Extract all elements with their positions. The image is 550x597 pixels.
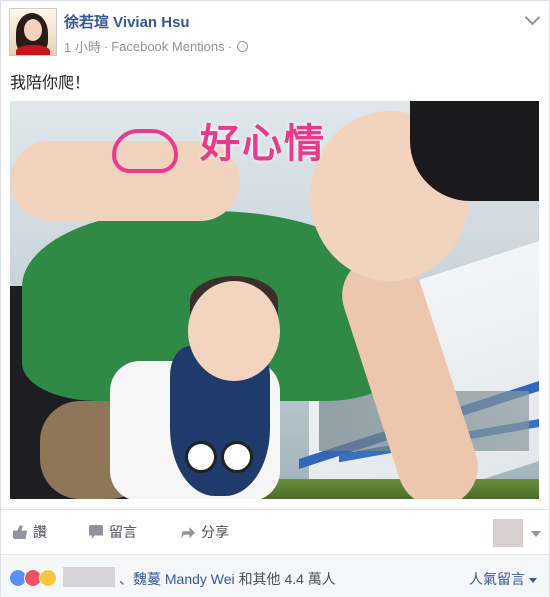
photo-woman-cap: [410, 101, 539, 201]
post-actions-bar: 讚 留言 分享: [1, 509, 549, 554]
post-card: 徐若瑄 Vivian Hsu 1 小時 · Facebook Mentions …: [0, 0, 550, 597]
chevron-down-icon[interactable]: [524, 9, 541, 26]
blurred-name: [63, 567, 115, 587]
like-icon: [13, 525, 27, 539]
avatar-dress: [16, 45, 50, 55]
comment-icon: [89, 525, 103, 539]
post-photo[interactable]: 好心情: [10, 101, 539, 499]
chevron-down-icon: [529, 577, 537, 583]
share-icon: [181, 527, 195, 539]
reaction-summary: 、魏蔓 Mandy Wei 和其他 4.4 萬人: [119, 569, 336, 589]
post-text: 我陪你爬！: [10, 73, 91, 92]
like-button[interactable]: 讚: [13, 522, 47, 542]
post-time[interactable]: 1 小時: [64, 37, 101, 56]
globe-icon[interactable]: [236, 41, 248, 52]
comment-sort-dropdown[interactable]: 人氣留言: [469, 569, 537, 589]
comment-button[interactable]: 留言: [89, 522, 137, 542]
chevron-down-icon[interactable]: [531, 531, 541, 537]
avatar-face: [24, 19, 42, 41]
comment-sort-label: 人氣留言: [469, 572, 525, 588]
reaction-names[interactable]: 魏蔓 Mandy Wei: [133, 571, 235, 587]
share-label: 分享: [201, 524, 229, 540]
owl-eye-left: [185, 441, 217, 473]
like-label: 讚: [33, 524, 47, 540]
author-avatar[interactable]: [9, 8, 57, 56]
author-name[interactable]: 徐若瑄 Vivian Hsu: [64, 11, 190, 32]
haha-reaction-icon[interactable]: [39, 569, 57, 587]
photo-sticker-sun: [112, 129, 178, 173]
meta-separator: ·: [103, 39, 109, 54]
photo-bib-owl: [185, 441, 255, 477]
share-button[interactable]: 分享: [181, 522, 229, 542]
owl-eye-right: [221, 441, 253, 473]
reaction-separator: 、: [119, 571, 133, 587]
comment-label: 留言: [109, 524, 137, 540]
reactions-bar: 、魏蔓 Mandy Wei 和其他 4.4 萬人 人氣留言: [1, 554, 549, 597]
meta-separator-2: ·: [227, 39, 232, 54]
viewer-avatar[interactable]: [493, 519, 523, 547]
photo-sticker-text: 好心情: [200, 121, 326, 167]
reaction-others[interactable]: 和其他 4.4 萬人: [239, 571, 336, 587]
post-source[interactable]: Facebook Mentions: [111, 39, 224, 54]
post-meta: 1 小時 · Facebook Mentions ·: [64, 37, 248, 56]
photo-baby-head: [188, 281, 280, 381]
